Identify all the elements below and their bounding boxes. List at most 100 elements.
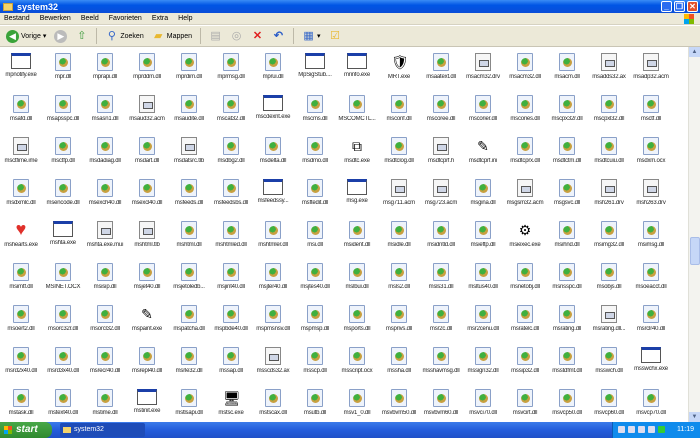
- file-item[interactable]: msdxmlc.dll: [0, 175, 42, 217]
- file-item[interactable]: msjter40.dll: [252, 259, 294, 301]
- file-item[interactable]: msr2c.dll: [420, 301, 462, 343]
- file-item[interactable]: msimsg.dll: [630, 217, 672, 259]
- file-item[interactable]: mssha.dll: [378, 343, 420, 385]
- file-item[interactable]: mprapi.dll: [84, 49, 126, 91]
- file-item[interactable]: mrinfo.exe: [336, 49, 378, 91]
- file-item[interactable]: msvcp70.dll: [630, 385, 672, 422]
- file-item[interactable]: msls31.dll: [420, 259, 462, 301]
- search-button[interactable]: ⚲ Zoeken: [103, 30, 145, 43]
- file-item[interactable]: msobjs.dll: [588, 259, 630, 301]
- file-item[interactable]: mshtml.dll: [168, 217, 210, 259]
- menu-help[interactable]: Help: [178, 15, 192, 22]
- file-item[interactable]: mspmsnsv.dll: [252, 301, 294, 343]
- file-item[interactable]: msrle32.dll: [168, 343, 210, 385]
- file-item[interactable]: msnetobj.dll: [504, 259, 546, 301]
- file-item[interactable]: msltus40.dll: [462, 259, 504, 301]
- file-item[interactable]: msconf.dll: [378, 91, 420, 133]
- file-item[interactable]: mshtmled.dll: [210, 217, 252, 259]
- file-item[interactable]: msg.exe: [336, 175, 378, 217]
- file-item[interactable]: msdxm.ocx: [630, 133, 672, 175]
- forward-button[interactable]: ▶: [52, 29, 69, 43]
- file-item[interactable]: mpnotify.exe: [0, 49, 42, 91]
- scrollbar-thumb[interactable]: [690, 237, 700, 265]
- file-item[interactable]: ⚙ msiexec.exe: [504, 217, 546, 259]
- file-item[interactable]: ⧉ msdtc.exe: [336, 133, 378, 175]
- file-item[interactable]: msapsspc.dll: [42, 91, 84, 133]
- file-item[interactable]: msg711.acm: [378, 175, 420, 217]
- vertical-scrollbar[interactable]: ▲ ▼: [688, 47, 700, 422]
- file-item[interactable]: msdadiag.dll: [84, 133, 126, 175]
- file-item[interactable]: msencode.dll: [42, 175, 84, 217]
- file-item[interactable]: msrd2x40.dll: [0, 343, 42, 385]
- file-item[interactable]: msls2.dll: [378, 259, 420, 301]
- file-item[interactable]: msswch.dll: [588, 343, 630, 385]
- file-item[interactable]: msratelc.dll: [504, 301, 546, 343]
- file-item[interactable]: mshta.exe: [42, 217, 84, 259]
- file-item[interactable]: msorc32r.dll: [42, 301, 84, 343]
- file-item[interactable]: mscms.dll: [294, 91, 336, 133]
- file-item[interactable]: msrclr40.dll: [630, 301, 672, 343]
- file-item[interactable]: mpr.dll: [42, 49, 84, 91]
- file-item[interactable]: msgsm32.acm: [504, 175, 546, 217]
- file-item[interactable]: msctfp.dll: [42, 133, 84, 175]
- file-item[interactable]: msg723.acm: [420, 175, 462, 217]
- delete-button[interactable]: ✕: [249, 30, 266, 43]
- file-item[interactable]: msrecr40.dll: [84, 343, 126, 385]
- file-item[interactable]: mstext40.dll: [42, 385, 84, 422]
- file-item[interactable]: msdtcprx.dll: [504, 133, 546, 175]
- file-item[interactable]: msi.dll: [294, 217, 336, 259]
- menu-favorieten[interactable]: Favorieten: [109, 15, 142, 22]
- file-item[interactable]: msdmo.dll: [294, 133, 336, 175]
- file-item[interactable]: msrepl40.dll: [126, 343, 168, 385]
- file-item[interactable]: mstscax.dll: [252, 385, 294, 422]
- file-item[interactable]: msexcl40.dll: [126, 175, 168, 217]
- file-item[interactable]: mssign32.dll: [462, 343, 504, 385]
- file-item[interactable]: msadp32.acm: [630, 49, 672, 91]
- file-item[interactable]: msfeeds.dll: [168, 175, 210, 217]
- file-item[interactable]: msexch40.dll: [84, 175, 126, 217]
- file-item[interactable]: msidle.dll: [378, 217, 420, 259]
- file-item[interactable]: msdtcprf.h: [420, 133, 462, 175]
- file-item[interactable]: 🖥 mstsc.exe: [210, 385, 252, 422]
- file-item[interactable]: msswchx.exe: [630, 343, 672, 385]
- file-item[interactable]: MSCOMCTL...: [336, 91, 378, 133]
- file-item[interactable]: msscds32.ax: [252, 343, 294, 385]
- file-item[interactable]: msvci70.dll: [462, 385, 504, 422]
- file-item[interactable]: mstlsapi.dll: [168, 385, 210, 422]
- file-item[interactable]: ♥ mshearts.exe: [0, 217, 42, 259]
- file-item[interactable]: msorcl32.dll: [84, 301, 126, 343]
- file-item[interactable]: ✎ mspaint.exe: [126, 301, 168, 343]
- file-item[interactable]: msacm32.drv: [462, 49, 504, 91]
- file-item[interactable]: mstime.dll: [84, 385, 126, 422]
- taskbar-item-system32[interactable]: system32: [60, 423, 145, 437]
- file-item[interactable]: msvcp50.dll: [546, 385, 588, 422]
- file-item[interactable]: mstask.dll: [0, 385, 42, 422]
- file-item[interactable]: mspatcha.dll: [168, 301, 210, 343]
- file-item[interactable]: mprmsg.dll: [210, 49, 252, 91]
- file-item[interactable]: mssap.dll: [210, 343, 252, 385]
- file-item[interactable]: mprdim.dll: [168, 49, 210, 91]
- title-bar[interactable]: system32 _ ❐ ✕: [0, 0, 700, 13]
- file-item[interactable]: MpSigStub....: [294, 49, 336, 91]
- file-item[interactable]: mslbui.dll: [336, 259, 378, 301]
- file-item[interactable]: msprivs.dll: [378, 301, 420, 343]
- file-item[interactable]: mscoree.dll: [420, 91, 462, 133]
- file-item[interactable]: msoeacct.dll: [630, 259, 672, 301]
- move-to-button[interactable]: ▤: [207, 30, 224, 43]
- file-item[interactable]: msident.dll: [336, 217, 378, 259]
- file-item[interactable]: msv1_0.dll: [336, 385, 378, 422]
- file-item[interactable]: msvcp60.dll: [588, 385, 630, 422]
- file-item[interactable]: msjetoledb...: [168, 259, 210, 301]
- file-item[interactable]: msjint40.dll: [210, 259, 252, 301]
- folders-button[interactable]: ▰ Mappen: [150, 30, 194, 43]
- minimize-button[interactable]: _: [661, 1, 672, 12]
- scroll-down-icon[interactable]: ▼: [689, 412, 700, 422]
- menu-extra[interactable]: Extra: [152, 15, 168, 22]
- file-item[interactable]: msgina.dll: [462, 175, 504, 217]
- scroll-up-icon[interactable]: ▲: [689, 47, 700, 57]
- start-button[interactable]: start: [0, 422, 52, 438]
- folder-sync-button[interactable]: ☑: [327, 30, 344, 43]
- file-item[interactable]: mprui.dll: [252, 49, 294, 91]
- file-item[interactable]: mscpx32r.dll: [546, 91, 588, 133]
- file-item[interactable]: msscript.ocx: [336, 343, 378, 385]
